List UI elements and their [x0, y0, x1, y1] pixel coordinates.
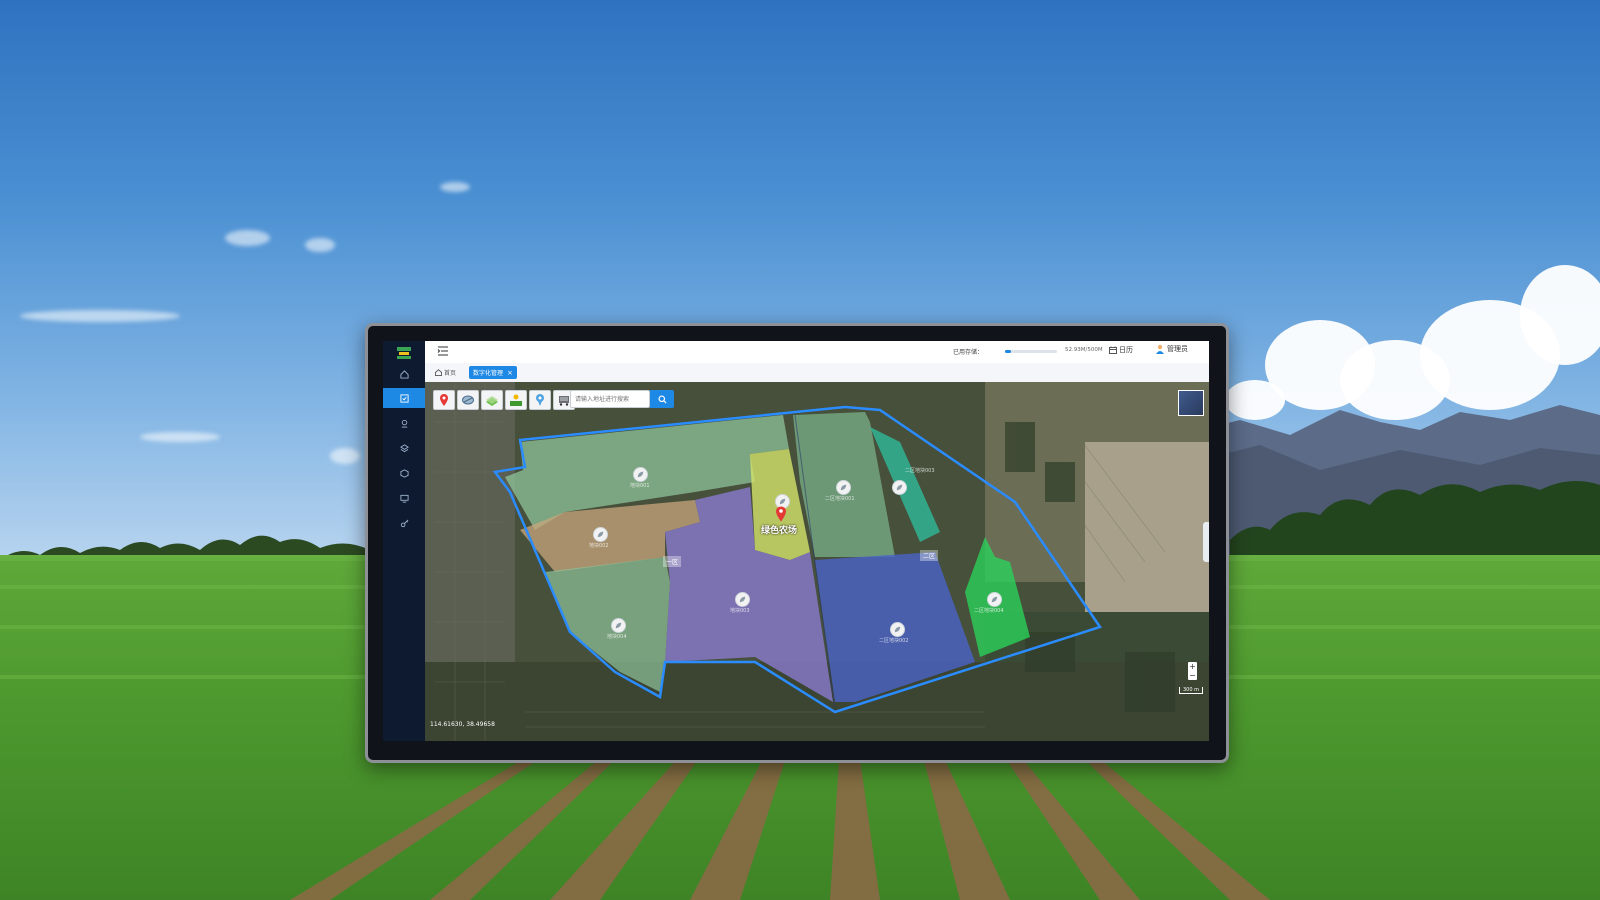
app-screen: 已用存储： 52.93M/500M 日历 管理员 首页 数字化管理 × 请输入地…	[383, 341, 1209, 741]
tree-line-right	[1230, 481, 1600, 560]
marker-tool-icon	[440, 394, 448, 406]
digital-management-icon	[399, 393, 409, 403]
marker-tool[interactable]	[433, 390, 455, 410]
leaf-icon	[597, 531, 604, 538]
storage-value: 52.93M/500M	[1065, 347, 1103, 353]
plot-tool[interactable]	[457, 390, 479, 410]
plot-label: 地块002	[589, 543, 609, 549]
zoom-control: + −	[1188, 662, 1197, 680]
location-icon	[401, 419, 407, 428]
plot-marker[interactable]	[593, 527, 608, 542]
sidebar	[383, 341, 425, 741]
plot-marker[interactable]	[892, 480, 907, 495]
cloud	[1520, 265, 1600, 365]
user-name: 管理员	[1167, 345, 1188, 353]
satellite-basemap	[425, 382, 1209, 741]
monitor-icon	[399, 494, 409, 503]
zone-label: 一区	[663, 556, 682, 567]
crop-tool-icon	[510, 394, 522, 406]
leaf-icon	[615, 622, 622, 629]
plot-label: 地块001	[630, 483, 650, 489]
nav-layers[interactable]	[383, 438, 425, 458]
storage-progress-bar	[1005, 350, 1057, 353]
tab-home-label: 首页	[444, 370, 457, 377]
nav-home[interactable]	[383, 364, 425, 384]
tab-home[interactable]: 首页	[431, 366, 460, 379]
home-icon	[399, 369, 409, 379]
zoom-out-button[interactable]: −	[1188, 671, 1197, 680]
zone-label: 二区	[920, 550, 939, 561]
logo-icon	[397, 347, 411, 359]
leaf-icon	[840, 484, 847, 491]
home-icon	[435, 369, 442, 376]
field-tool[interactable]	[481, 390, 503, 410]
panel-toggle-handle[interactable]	[1203, 522, 1209, 562]
scale-bar: 300 m	[1178, 687, 1203, 694]
menu-toggle-icon[interactable]	[437, 345, 449, 357]
plot-marker[interactable]	[890, 622, 905, 637]
nav-location[interactable]	[383, 413, 425, 433]
plot-label: 地块004	[607, 634, 627, 640]
plot-label: 二区地块001	[825, 496, 855, 502]
coordinates-readout: 114.61630, 38.49658	[430, 721, 495, 728]
box-icon	[399, 468, 409, 478]
pin-tool[interactable]	[529, 390, 551, 410]
nav-digital-management[interactable]	[383, 388, 425, 408]
leaf-icon	[894, 626, 901, 633]
user-menu[interactable]: 管理员	[1155, 344, 1188, 354]
cloud	[225, 230, 270, 246]
calendar-button[interactable]: 日历	[1109, 345, 1133, 355]
tab-active-label: 数字化管理	[473, 370, 504, 377]
plot-label: 二区地块004	[974, 608, 1004, 614]
plot-marker[interactable]	[987, 592, 1002, 607]
leaf-icon	[739, 596, 746, 603]
machine-tool-icon	[559, 396, 569, 406]
pin-tool-icon	[536, 394, 544, 406]
calendar-icon	[1109, 346, 1117, 354]
plot-marker[interactable]	[611, 618, 626, 633]
plot-marker[interactable]	[633, 467, 648, 482]
key-icon	[400, 519, 408, 527]
close-icon[interactable]: ×	[507, 369, 513, 377]
cloud	[330, 448, 360, 464]
basemap-switcher[interactable]	[1178, 390, 1204, 416]
plot-label: 二区地块003	[905, 468, 935, 474]
leaf-icon	[779, 498, 786, 505]
search-icon	[657, 394, 667, 404]
plot-label: 地块003	[730, 608, 750, 614]
layers-icon	[399, 443, 409, 452]
storage-progress-fill	[1005, 350, 1011, 353]
cloud	[140, 432, 220, 442]
address-search-input[interactable]	[570, 390, 650, 408]
nav-box[interactable]	[383, 463, 425, 483]
calendar-label: 日历	[1119, 346, 1133, 354]
tab-bar: 首页 数字化管理 ×	[425, 363, 1209, 382]
farm-name: 绿色农场	[761, 526, 798, 536]
map-pin-icon[interactable]	[775, 506, 787, 522]
plot-marker[interactable]	[836, 480, 851, 495]
leaf-icon	[637, 471, 644, 478]
nav-key[interactable]	[383, 513, 425, 533]
zoom-in-button[interactable]: +	[1188, 662, 1197, 671]
plot-label: 二区地块002	[879, 638, 909, 644]
top-bar: 已用存储： 52.93M/500M 日历 管理员	[425, 341, 1209, 364]
field-tool-icon	[486, 396, 498, 406]
cloud	[440, 182, 470, 192]
search-button[interactable]	[650, 390, 674, 408]
leaf-icon	[991, 596, 998, 603]
plot-tool-icon	[462, 395, 474, 405]
storage-label: 已用存储：	[953, 349, 984, 356]
crop-tool[interactable]	[505, 390, 527, 410]
leaf-icon	[896, 484, 903, 491]
tablet-device: 已用存储： 52.93M/500M 日历 管理员 首页 数字化管理 × 请输入地…	[365, 323, 1229, 763]
tab-digital-management[interactable]: 数字化管理 ×	[469, 366, 517, 379]
nav-monitor[interactable]	[383, 488, 425, 508]
cloud	[20, 310, 180, 322]
map-view[interactable]: 地块001 地块002 地块003 地块004 二区地块001 二区地块002 …	[425, 382, 1209, 741]
map-toolbar	[433, 390, 575, 410]
avatar-icon	[1156, 344, 1164, 354]
cloud	[305, 238, 335, 252]
plot-marker[interactable]	[735, 592, 750, 607]
